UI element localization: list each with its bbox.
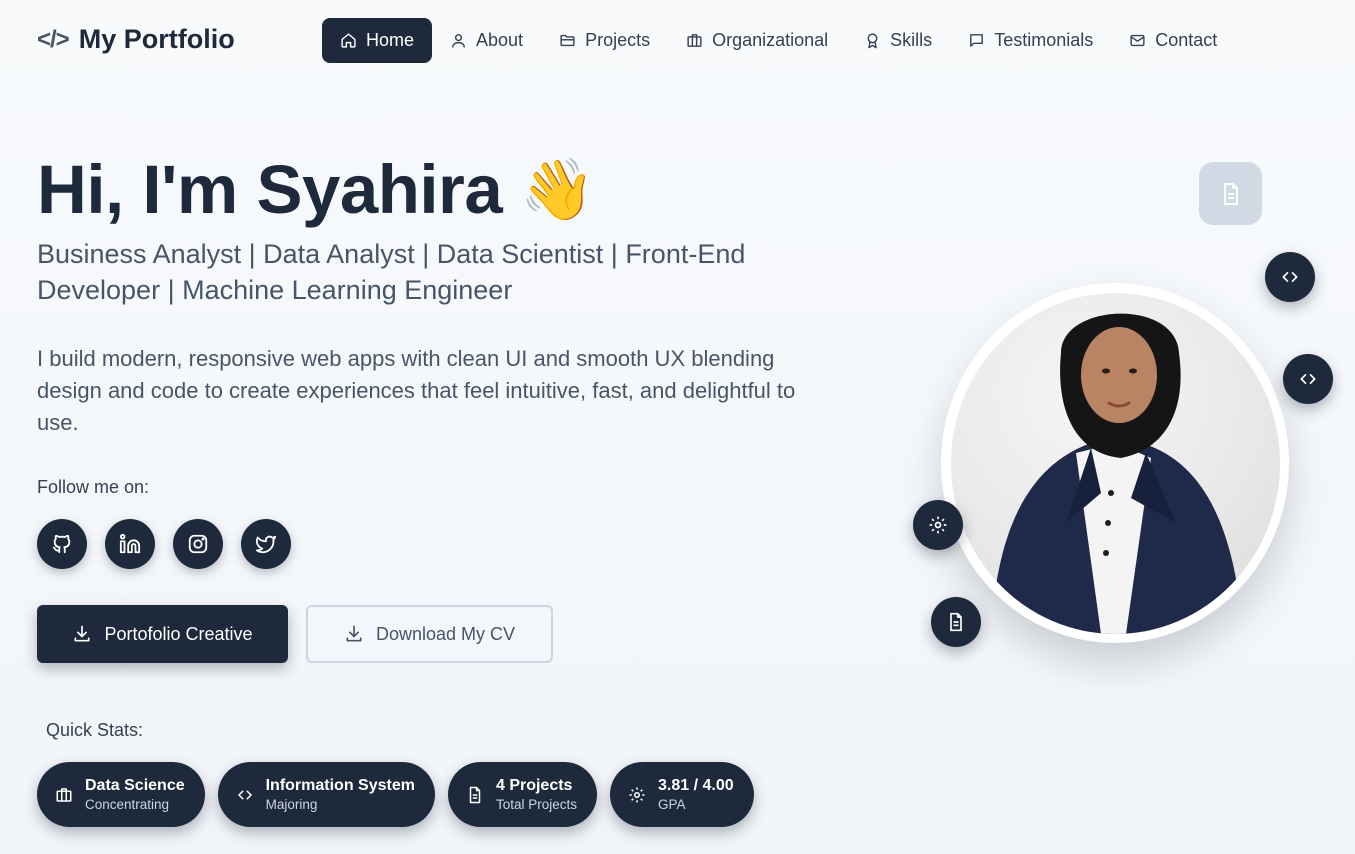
nav-label: Contact <box>1155 30 1218 50</box>
waving-hand-icon: 👋 <box>520 155 595 223</box>
floating-document-icon <box>1199 162 1262 225</box>
nav-label: Skills <box>890 30 933 50</box>
code-brackets-icon: </> <box>37 25 70 53</box>
linkedin-icon <box>119 533 141 555</box>
stat-subtitle: GPA <box>658 796 686 812</box>
nav-contact[interactable]: Contact <box>1111 18 1235 63</box>
nav-label: About <box>476 30 524 50</box>
nav-label: Testimonials <box>994 30 1094 50</box>
code-icon <box>236 786 254 804</box>
greeting-text: Hi, I'm Syahira <box>37 151 503 228</box>
folder-icon <box>559 32 576 49</box>
gear-icon <box>628 786 646 804</box>
github-icon <box>51 533 73 555</box>
hero-intro: I build modern, responsive web apps with… <box>37 346 796 435</box>
stat-subtitle: Concentrating <box>85 796 170 812</box>
stat-subtitle: Total Projects <box>495 796 578 812</box>
hero-roles: Business Analyst | Data Analyst | Data S… <box>37 239 746 305</box>
briefcase-icon <box>686 32 703 49</box>
download-icon <box>344 624 364 644</box>
message-icon <box>968 32 985 49</box>
nav-testimonials[interactable]: Testimonials <box>950 18 1111 63</box>
profile-photo <box>951 293 1280 634</box>
floating-code-icon <box>1283 354 1333 404</box>
hero-greeting: Hi, I'm Syahira 👋 <box>37 150 595 229</box>
download-cv-button[interactable]: Download My CV <box>306 605 553 663</box>
stat-projects: 4 Projects Total Projects <box>447 762 598 827</box>
nav-label: Home <box>366 30 415 50</box>
social-links <box>37 519 291 569</box>
instagram-icon <box>187 533 209 555</box>
site-logo[interactable]: </> My Portfolio <box>37 24 235 55</box>
nav-label: Organizational <box>712 30 829 50</box>
nav-skills[interactable]: Skills <box>846 18 950 63</box>
logo-text: My Portfolio <box>78 24 235 54</box>
main-nav: Home About Projects Organizational Skill… <box>322 18 1235 63</box>
quick-stats-label: Quick Stats: <box>46 720 144 740</box>
download-icon <box>72 624 92 644</box>
nav-label: Projects <box>585 30 651 50</box>
stat-subtitle: Majoring <box>265 796 318 812</box>
button-label: Portofolio Creative <box>104 623 253 644</box>
stat-title: 4 Projects <box>495 776 573 794</box>
linkedin-link[interactable] <box>105 519 155 569</box>
stat-title: Data Science <box>85 776 185 794</box>
floating-gear-icon <box>913 500 963 550</box>
portfolio-creative-button[interactable]: Portofolio Creative <box>37 605 288 663</box>
twitter-link[interactable] <box>241 519 291 569</box>
quick-stats: Data Science Concentrating Information S… <box>37 762 754 827</box>
briefcase-icon <box>55 786 73 804</box>
home-icon <box>340 32 357 49</box>
nav-home[interactable]: Home <box>322 18 433 63</box>
stat-concentration: Data Science Concentrating <box>37 762 205 827</box>
stat-title: Information System <box>265 776 415 794</box>
nav-about[interactable]: About <box>432 18 541 63</box>
nav-projects[interactable]: Projects <box>541 18 668 63</box>
stat-title: 3.81 / 4.00 <box>658 776 734 794</box>
github-link[interactable] <box>37 519 87 569</box>
follow-label: Follow me on: <box>37 477 150 497</box>
button-label: Download My CV <box>375 623 516 644</box>
floating-document-icon <box>931 597 981 647</box>
stat-major: Information System Majoring <box>217 762 435 827</box>
award-icon <box>864 32 881 49</box>
nav-organizational[interactable]: Organizational <box>668 18 846 63</box>
instagram-link[interactable] <box>173 519 223 569</box>
stat-gpa: 3.81 / 4.00 GPA <box>610 762 754 827</box>
file-icon <box>466 786 484 804</box>
user-icon <box>450 32 467 49</box>
twitter-icon <box>255 533 277 555</box>
floating-code-icon <box>1265 252 1315 302</box>
mail-icon <box>1129 32 1146 49</box>
